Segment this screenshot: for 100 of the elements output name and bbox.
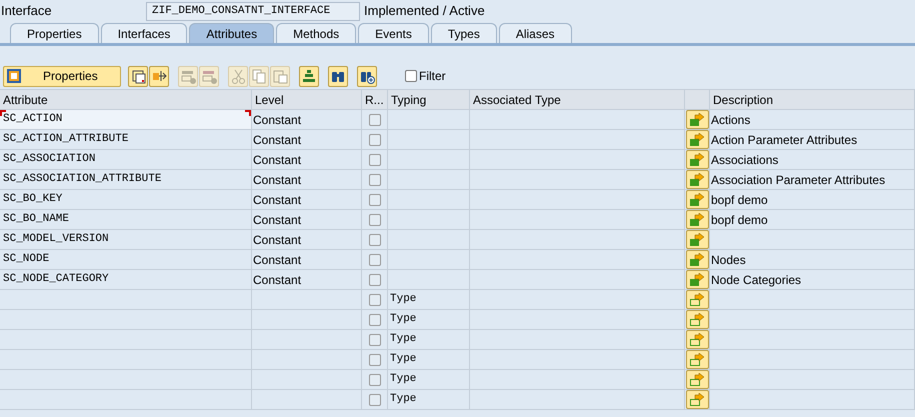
interface-name-field[interactable]: ZIF_DEMO_CONSATNT_INTERFACE — [146, 2, 360, 20]
level-cell: Constant — [252, 190, 362, 210]
description-cell: Associations — [710, 150, 915, 170]
typing-cell: Type — [388, 290, 470, 310]
arrow-icon — [689, 212, 705, 226]
status-text: Implemented / Active — [364, 2, 485, 20]
filter-label: Filter — [419, 68, 446, 85]
level-cell: Constant — [252, 210, 362, 230]
detail-button[interactable] — [686, 370, 708, 389]
column-header[interactable]: Attribute — [0, 90, 252, 110]
detail-button[interactable] — [686, 230, 708, 249]
detail-button[interactable] — [686, 110, 708, 129]
tab[interactable]: Properties — [10, 23, 99, 43]
arrow-icon — [689, 272, 705, 286]
attribute-cell: SC_BO_KEY — [0, 190, 252, 210]
arrow-icon — [689, 172, 705, 186]
typing-cell: Type — [388, 330, 470, 350]
copy-icon — [251, 68, 267, 84]
typing-cell: Type — [388, 350, 470, 370]
description-cell: bopf demo — [710, 190, 915, 210]
find-button[interactable] — [328, 66, 348, 86]
typing-cell: Type — [388, 370, 470, 390]
read-only-checkbox[interactable] — [368, 294, 380, 306]
read-only-checkbox[interactable] — [368, 314, 380, 326]
tab[interactable]: Interfaces — [100, 23, 188, 43]
column-header[interactable]: Associated Type — [470, 90, 685, 110]
read-only-checkbox[interactable] — [368, 234, 380, 246]
arrow-icon — [689, 232, 705, 246]
arrow-icon — [689, 192, 705, 206]
read-only-checkbox[interactable] — [368, 114, 380, 126]
properties-button[interactable]: Properties — [3, 66, 121, 86]
attribute-cell: SC_ACTION — [0, 110, 252, 130]
read-only-checkbox[interactable] — [368, 334, 380, 346]
read-only-checkbox[interactable] — [368, 194, 380, 206]
attribute-cell: SC_NODE_CATEGORY — [0, 270, 252, 290]
arrow-icon — [689, 332, 705, 346]
read-only-checkbox[interactable] — [368, 214, 380, 226]
description-cell: Action Parameter Attributes — [710, 130, 915, 150]
column-header[interactable]: R... — [362, 90, 388, 110]
detail-button[interactable] — [686, 290, 708, 309]
tab[interactable]: Methods — [276, 23, 356, 43]
delete-row-icon — [201, 68, 217, 84]
description-cell: Actions — [710, 110, 915, 130]
read-only-checkbox[interactable] — [368, 394, 380, 406]
tab[interactable]: Types — [430, 23, 497, 43]
arrow-icon — [689, 392, 705, 406]
detail-button[interactable] — [686, 350, 708, 369]
level-cell: Constant — [252, 250, 362, 270]
tab[interactable]: Aliases — [498, 23, 572, 43]
column-header[interactable]: Description — [710, 90, 915, 110]
read-only-checkbox[interactable] — [368, 354, 380, 366]
filter-checkbox[interactable] — [405, 70, 417, 82]
read-only-checkbox[interactable] — [368, 254, 380, 266]
navigate-button[interactable] — [149, 66, 169, 86]
detail-button[interactable] — [686, 150, 708, 169]
cut-icon — [230, 68, 246, 84]
arrow-icon — [689, 252, 705, 266]
detail-button[interactable] — [686, 210, 708, 229]
tab[interactable]: Attributes — [189, 23, 274, 43]
sort-icon — [301, 68, 317, 84]
description-cell: Association Parameter Attributes — [710, 170, 915, 190]
read-only-checkbox[interactable] — [368, 154, 380, 166]
arrow-icon — [689, 132, 705, 146]
detail-button[interactable] — [686, 190, 708, 209]
column-header[interactable]: Level — [252, 90, 362, 110]
sort-button[interactable] — [299, 66, 319, 86]
arrow-icon — [689, 152, 705, 166]
arrow-icon — [689, 352, 705, 366]
details-icon — [130, 68, 146, 84]
arrow-icon — [689, 372, 705, 386]
read-only-checkbox[interactable] — [368, 274, 380, 286]
detail-button[interactable] — [686, 270, 708, 289]
attribute-cell: SC_MODEL_VERSION — [0, 230, 252, 250]
column-header[interactable]: Typing — [388, 90, 470, 110]
read-only-checkbox[interactable] — [368, 374, 380, 386]
description-cell: bopf demo — [710, 210, 915, 230]
detail-button[interactable] — [686, 170, 708, 189]
level-cell: Constant — [252, 110, 362, 130]
attribute-cell: SC_ASSOCIATION — [0, 150, 252, 170]
level-cell: Constant — [252, 270, 362, 290]
details-button[interactable] — [128, 66, 148, 86]
detail-button[interactable] — [686, 330, 708, 349]
tab[interactable]: Events — [358, 23, 429, 43]
attribute-cell: SC_BO_NAME — [0, 210, 252, 230]
description-cell: Node Categories — [710, 270, 915, 290]
level-cell: Constant — [252, 230, 362, 250]
detail-button[interactable] — [686, 390, 708, 409]
detail-button[interactable] — [686, 310, 708, 329]
detail-button[interactable] — [686, 250, 708, 269]
level-cell: Constant — [252, 170, 362, 190]
level-cell: Constant — [252, 150, 362, 170]
typing-cell: Type — [388, 310, 470, 330]
interface-label: Interface — [0, 2, 53, 20]
read-only-checkbox[interactable] — [368, 174, 380, 186]
properties-icon — [7, 69, 21, 83]
find-next-button[interactable] — [357, 66, 377, 86]
detail-button[interactable] — [686, 130, 708, 149]
paste-icon — [272, 68, 288, 84]
typing-cell: Type — [388, 390, 470, 410]
read-only-checkbox[interactable] — [368, 134, 380, 146]
